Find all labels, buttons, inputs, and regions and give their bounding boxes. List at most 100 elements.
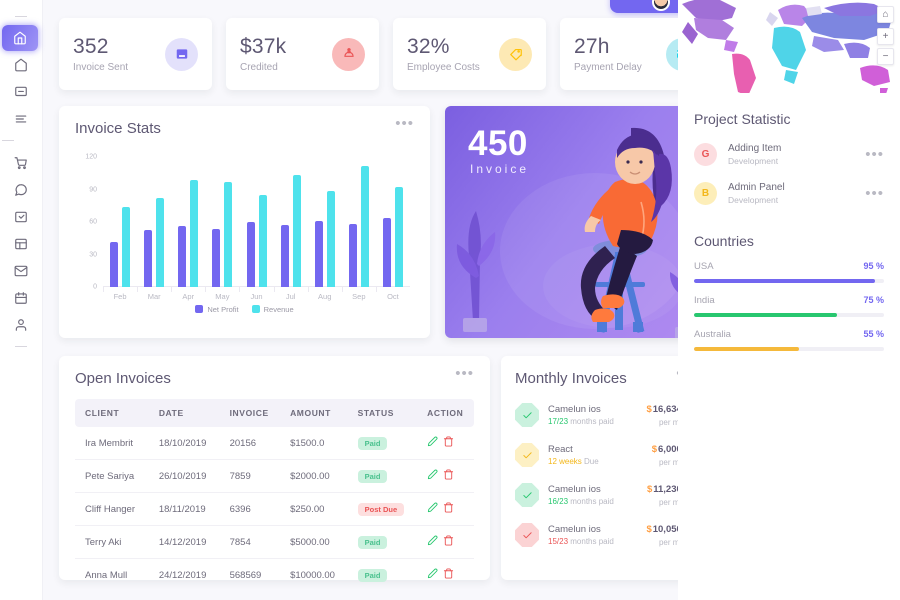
open-invoices-menu[interactable]: ••• xyxy=(455,366,474,381)
chart-bar xyxy=(292,175,301,287)
cell-action xyxy=(417,559,474,592)
chart-legend-item[interactable]: Net Profit xyxy=(195,301,239,315)
chart-x-tick: Feb xyxy=(113,292,127,301)
sidebar-item-chat[interactable] xyxy=(2,78,40,105)
monthly-invoices-title: Monthly Invoices xyxy=(515,370,627,387)
delete-icon[interactable] xyxy=(443,502,459,516)
list-item: Camelun ios 16/23 months paid $11,230.00… xyxy=(515,475,695,515)
chart-tick-mark xyxy=(171,287,173,292)
chart-y-tick: 120 xyxy=(85,153,97,161)
project-name: Admin Panel xyxy=(728,182,785,193)
map-zoom-in-button[interactable]: + xyxy=(877,28,894,45)
invoice-progress: 12 weeks Due xyxy=(548,457,652,466)
check-icon xyxy=(515,443,539,467)
cell-client: Pete Sariya xyxy=(75,459,149,493)
cell-date: 26/10/2019 xyxy=(148,459,220,493)
list-item-text: Camelun ios 16/23 months paid xyxy=(548,484,647,506)
edit-icon[interactable] xyxy=(427,469,443,483)
project-avatar: G xyxy=(694,143,717,166)
edit-icon[interactable] xyxy=(427,535,443,549)
list-item-text: Camelun ios 15/23 months paid xyxy=(548,524,646,546)
country-header: Australia 55 % xyxy=(694,329,884,340)
project-statistic-title: Project Statistic xyxy=(694,111,791,127)
map-home-button[interactable]: ⌂ xyxy=(877,6,894,23)
open-invoices-title: Open Invoices xyxy=(75,370,171,387)
delete-icon[interactable] xyxy=(443,535,459,549)
chart-bar xyxy=(280,225,289,287)
country-progress-track xyxy=(694,313,884,317)
open-invoices-card: Open Invoices ••• CLIENT DATE INVOICE AMOUN… xyxy=(59,356,490,582)
invoice-name: Camelun ios xyxy=(548,404,601,415)
delete-icon[interactable] xyxy=(443,436,459,450)
chart-y-tick: 60 xyxy=(89,218,97,226)
stat-label: Invoice Sent xyxy=(73,62,129,74)
mail-icon xyxy=(14,264,28,278)
delete-icon[interactable] xyxy=(443,568,459,582)
chart-bar-group xyxy=(110,206,131,287)
cell-action xyxy=(417,459,474,493)
stat-value: 27h xyxy=(574,34,610,58)
sidebar-item-user[interactable] xyxy=(2,311,40,338)
sidebar-divider-bottom xyxy=(15,346,27,347)
cell-invoice: 6396 xyxy=(219,492,281,526)
monthly-invoices-list: Camelun ios 17/23 months paid $16,634.00… xyxy=(515,395,695,555)
sidebar-item-cart[interactable] xyxy=(2,149,40,176)
cell-status: Post Due xyxy=(347,492,418,526)
progress-rest: Due xyxy=(581,457,599,466)
chart-bar xyxy=(144,229,153,287)
table-row: Ira Membrit 18/10/2019 20156 $1500.0 Pai… xyxy=(75,427,474,460)
chart-x-tick: Jul xyxy=(285,292,296,301)
chart-y-tick: 90 xyxy=(89,186,97,193)
cell-amount: $1500.0 xyxy=(280,427,348,460)
stat-value: 352 xyxy=(73,34,109,58)
stat-text: $37k Credited xyxy=(240,35,286,73)
chart-bar xyxy=(326,190,335,287)
invoice-stats-menu[interactable]: ••• xyxy=(395,116,414,131)
cell-client: Cliff Hanger xyxy=(75,492,149,526)
sidebar-item-mail[interactable] xyxy=(2,257,40,284)
country-progress-track xyxy=(694,347,884,351)
chart-bar xyxy=(122,206,131,287)
sidebar-item-messages[interactable] xyxy=(2,176,40,203)
chart-plot-area xyxy=(103,157,410,287)
chart-bar-group xyxy=(314,190,335,287)
country-progress-track xyxy=(694,279,884,283)
progress-highlight: 16/23 xyxy=(548,497,569,506)
illustration-label: Invoice xyxy=(470,162,530,176)
sidebar-item-list[interactable] xyxy=(2,105,40,132)
chart-bar-group xyxy=(348,165,369,287)
chart-bar xyxy=(110,241,119,287)
country-percent: 95 % xyxy=(863,261,884,271)
home-outline-icon xyxy=(14,58,28,72)
progress-highlight: 15/23 xyxy=(548,537,569,546)
sidebar-item-layout[interactable] xyxy=(2,230,40,257)
column-header-invoice: INVOICE xyxy=(219,399,281,427)
project-text: Adding Item Development xyxy=(728,143,865,166)
currency-symbol: $ xyxy=(651,443,658,455)
chart-legend-item[interactable]: Revenue xyxy=(251,301,294,315)
sidebar-item-calendar[interactable] xyxy=(2,284,40,311)
chart-bar xyxy=(178,226,187,287)
project-item: G Adding Item Development ••• xyxy=(678,135,900,174)
sidebar-item-home-outline[interactable] xyxy=(2,51,40,78)
column-header-date: DATE xyxy=(148,399,220,427)
list-item: React 12 weeks Due $6,000.00 per month xyxy=(515,435,695,475)
edit-icon[interactable] xyxy=(427,436,443,450)
chart-x-tick: Aug xyxy=(318,292,332,301)
status-badge: Paid xyxy=(357,436,388,450)
edit-icon[interactable] xyxy=(427,568,443,582)
stat-label: Payment Delay xyxy=(574,62,642,74)
check-icon xyxy=(515,483,539,507)
map-zoom-out-button[interactable]: − xyxy=(877,48,894,65)
delete-icon[interactable] xyxy=(443,469,459,483)
edit-icon[interactable] xyxy=(427,502,443,516)
sidebar-item-home[interactable] xyxy=(2,25,38,51)
invoice-stats-card: Invoice Stats ••• Net Profit Revenue 0 30 6… xyxy=(59,106,430,338)
chart-x-tick: Sep xyxy=(352,292,366,301)
sidebar-item-todo[interactable] xyxy=(2,203,40,230)
project-menu[interactable]: ••• xyxy=(865,186,884,201)
chart-bar-group xyxy=(144,198,165,287)
world-map[interactable]: ⌂ + − xyxy=(678,0,900,93)
project-menu[interactable]: ••• xyxy=(865,147,884,162)
table-header-row: CLIENT DATE INVOICE AMOUNT STATUS ACTION xyxy=(75,399,474,427)
